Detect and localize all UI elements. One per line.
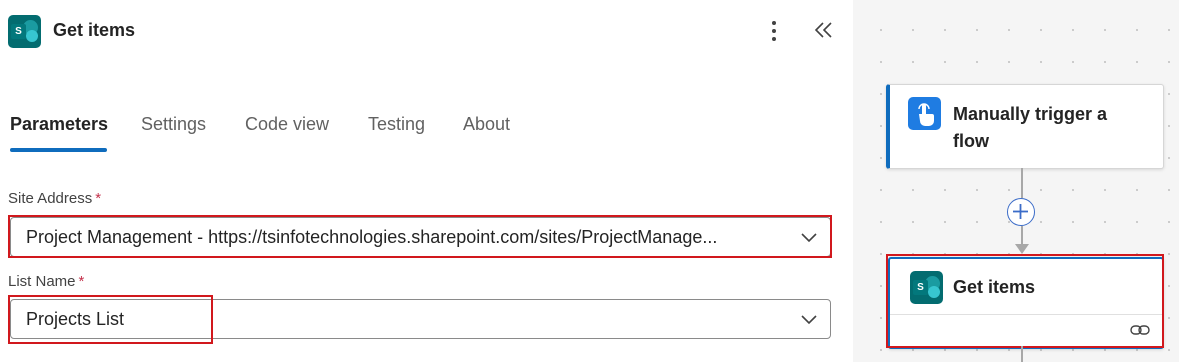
list-name-dropdown[interactable]: Projects List xyxy=(10,299,831,339)
tab-about[interactable]: About xyxy=(463,114,510,135)
list-name-value: Projects List xyxy=(26,309,125,329)
panel-title: Get items xyxy=(53,20,136,40)
required-marker: * xyxy=(78,273,85,290)
tab-code-view[interactable]: Code view xyxy=(245,114,329,135)
flow-canvas[interactable]: Manually trigger a flow S Get items xyxy=(853,0,1179,362)
chevron-down-icon xyxy=(801,233,817,243)
get-items-card[interactable]: S Get items xyxy=(888,257,1164,349)
connector-line xyxy=(1021,226,1023,244)
action-details-panel: S Get items Parameters Settings Code vie… xyxy=(0,0,853,362)
tab-settings[interactable]: Settings xyxy=(141,114,206,135)
sharepoint-icon: S xyxy=(910,271,943,304)
double-chevron-left-icon xyxy=(814,22,832,38)
tab-testing[interactable]: Testing xyxy=(368,114,425,135)
site-address-dropdown[interactable]: Project Management - https://tsinfotechn… xyxy=(10,217,831,257)
active-tab-indicator xyxy=(10,148,107,152)
panel-header: S Get items xyxy=(0,0,853,62)
touch-icon xyxy=(908,97,941,130)
get-items-card-title: Get items xyxy=(953,277,1036,297)
connector-line xyxy=(1021,346,1023,362)
sharepoint-icon: S xyxy=(8,15,41,48)
site-address-value: Project Management - https://tsinfotechn… xyxy=(26,227,718,247)
arrow-down-icon xyxy=(1015,244,1029,254)
collapse-panel-button[interactable] xyxy=(810,16,838,44)
trigger-card[interactable]: Manually trigger a flow xyxy=(886,84,1164,169)
required-marker: * xyxy=(95,190,102,207)
chevron-down-icon xyxy=(801,315,817,325)
add-step-button[interactable] xyxy=(1007,198,1035,226)
connector-line xyxy=(1021,168,1023,198)
tab-bar: Parameters Settings Code view Testing Ab… xyxy=(0,108,853,154)
card-divider xyxy=(890,314,1162,315)
list-name-label: List Name * xyxy=(8,273,85,290)
trigger-card-title: Manually trigger a flow xyxy=(953,104,1108,151)
site-address-label: Site Address * xyxy=(8,190,102,207)
plus-icon xyxy=(1013,204,1028,219)
tab-parameters[interactable]: Parameters xyxy=(10,114,108,135)
more-options-button[interactable] xyxy=(762,18,786,44)
link-icon[interactable] xyxy=(1130,323,1150,337)
